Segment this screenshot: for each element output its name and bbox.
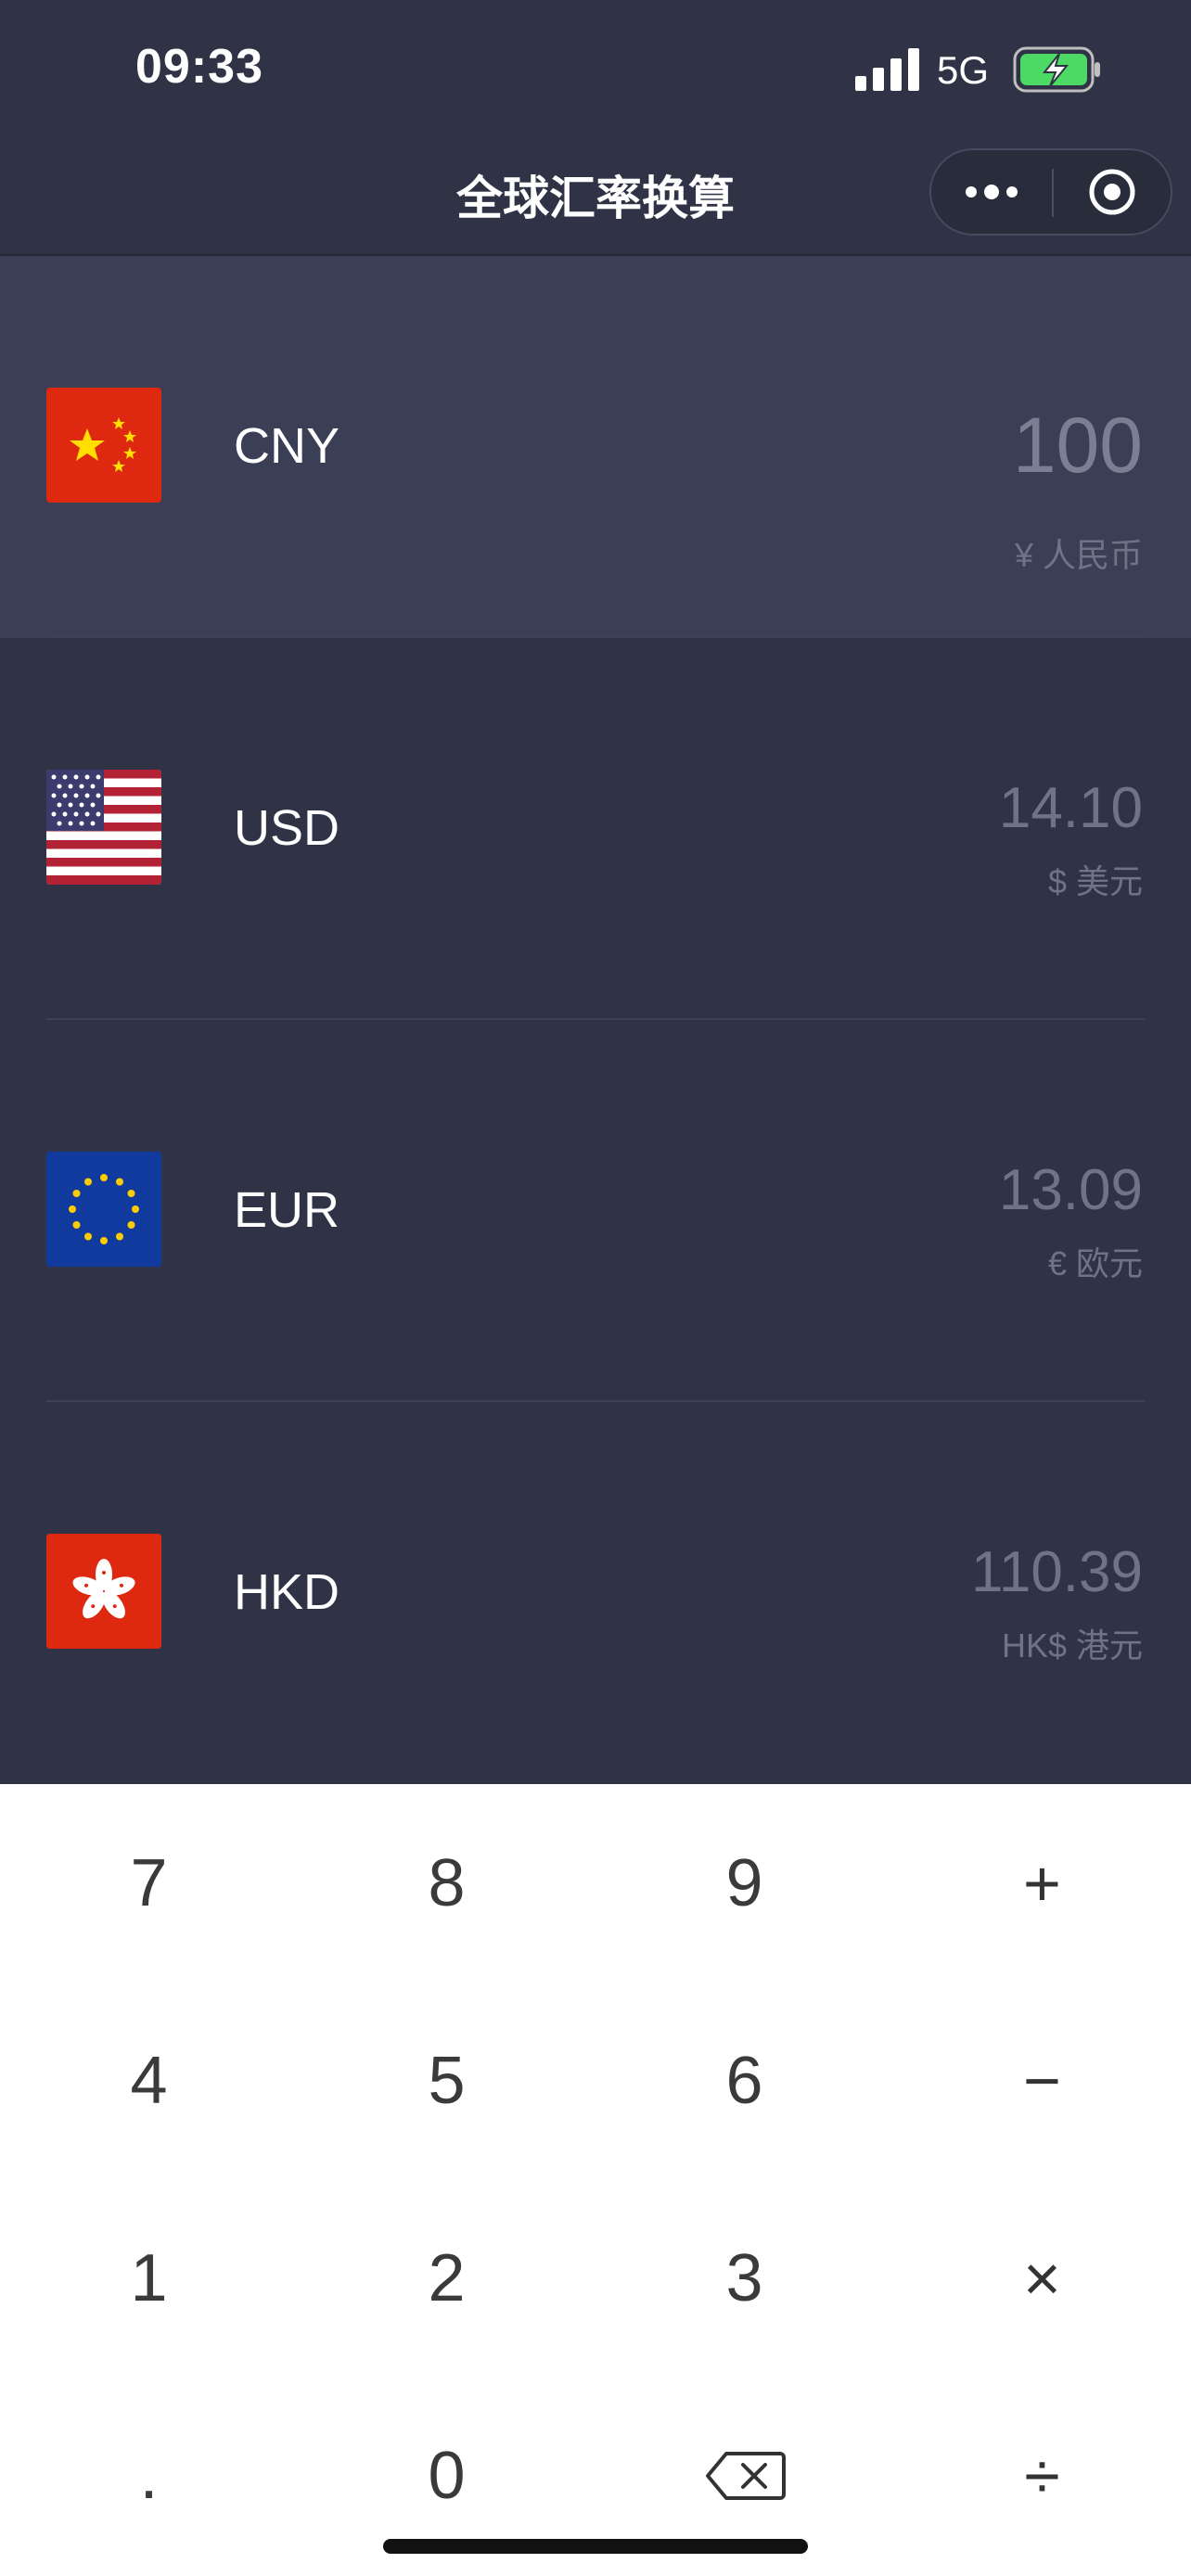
navigation-bar: 全球汇率换算 [0,139,1191,256]
key-6[interactable]: 6 [596,1982,893,2179]
mini-program-capsule [929,148,1172,236]
status-bar: 09:33 5G [0,0,1191,139]
china-flag-icon [46,388,161,503]
more-button[interactable] [931,150,1052,234]
battery-charging-icon [1013,46,1100,93]
key-1[interactable]: 1 [0,2179,298,2377]
key-8[interactable]: 8 [298,1784,596,1982]
key-3[interactable]: 3 [596,2179,893,2377]
backspace-icon [705,2451,786,2500]
currency-row-usd[interactable]: USD 14.10 $ 美元 [0,638,1191,1020]
currency-row-cny[interactable]: CNY 100 ¥ 人民币 [0,256,1191,638]
close-mini-program-button[interactable] [1054,150,1171,234]
currency-amount: 14.10 [998,776,1143,840]
key-minus[interactable]: − [893,1982,1191,2179]
currency-code: USD [234,800,340,856]
home-indicator [383,2539,808,2554]
key-7[interactable]: 7 [0,1784,298,1982]
signal-bars-icon [855,48,919,91]
network-type: 5G [937,48,990,92]
currency-row-eur[interactable]: EUR 13.09 € 欧元 [0,1020,1191,1402]
currency-amount: 110.39 [970,1540,1143,1604]
key-divide[interactable]: ÷ [893,2377,1191,2574]
key-4[interactable]: 4 [0,1982,298,2179]
target-circle-icon [1089,169,1135,215]
hong-kong-flag-icon [46,1534,161,1649]
key-multiply[interactable]: × [893,2179,1191,2377]
status-time: 09:33 [135,40,263,94]
key-9[interactable]: 9 [596,1784,893,1982]
usa-flag-icon [46,770,161,885]
key-decimal[interactable]: . [0,2377,298,2574]
currency-code: HKD [234,1564,340,1620]
currency-code: EUR [234,1182,340,1238]
currency-row-hkd[interactable]: HKD 110.39 HK$ 港元 [0,1402,1191,1784]
currency-name: HK$ 港元 [1001,1626,1143,1664]
currency-amount: 100 [1012,402,1143,489]
currency-list: CNY 100 ¥ 人民币 USD 14.10 $ 美元 EUR 13.09 €… [0,256,1191,1784]
currency-name: $ 美元 [1047,862,1143,900]
key-plus[interactable]: + [893,1784,1191,1982]
more-dots-icon [966,185,1018,199]
currency-name: € 欧元 [1047,1244,1143,1282]
currency-amount: 13.09 [998,1158,1143,1222]
numeric-keypad: 7 8 9 + 4 5 6 − 1 2 3 × . 0 ÷ [0,1784,1191,2576]
key-5[interactable]: 5 [298,1982,596,2179]
currency-code: CNY [234,418,340,474]
currency-name: ¥ 人民币 [1014,536,1143,574]
key-2[interactable]: 2 [298,2179,596,2377]
eu-flag-icon [46,1152,161,1267]
